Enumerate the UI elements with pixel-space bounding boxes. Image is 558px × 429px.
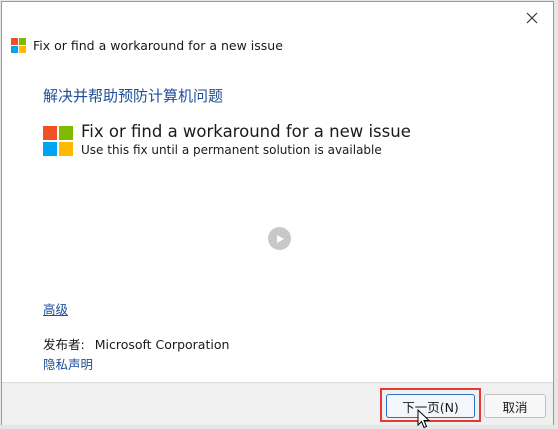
page-heading: 解决并帮助预防计算机问题 — [43, 87, 224, 105]
microsoft-logo-icon — [11, 38, 26, 53]
logo-square-green — [59, 126, 73, 140]
microsoft-logo-icon — [43, 126, 73, 156]
logo-square-yellow — [19, 46, 26, 53]
logo-square-yellow — [59, 142, 73, 156]
publisher-value: Microsoft Corporation — [94, 337, 230, 352]
troubleshooter-window: Fix or find a workaround for a new issue… — [1, 1, 554, 429]
privacy-link[interactable]: 隐私声明 — [43, 354, 93, 373]
fix-text: Fix or find a workaround for a new issue… — [81, 122, 411, 158]
close-button[interactable] — [517, 6, 547, 30]
fix-title: Fix or find a workaround for a new issue — [81, 122, 411, 141]
publisher-info: 发布者: Microsoft Corporation — [43, 334, 229, 353]
title-bar: Fix or find a workaround for a new issue — [11, 38, 283, 53]
logo-square-red — [43, 126, 57, 140]
advanced-link[interactable]: 高级 — [43, 299, 68, 318]
play-button[interactable] — [268, 227, 291, 250]
close-icon — [526, 12, 538, 24]
play-icon — [276, 234, 284, 243]
cancel-button[interactable]: 取消 — [484, 394, 546, 418]
window-title: Fix or find a workaround for a new issue — [33, 38, 283, 53]
logo-square-green — [19, 38, 26, 45]
logo-square-blue — [11, 46, 18, 53]
logo-square-red — [11, 38, 18, 45]
mouse-pointer-icon — [417, 409, 431, 429]
fix-subtitle: Use this fix until a permanent solution … — [81, 143, 382, 157]
logo-square-blue — [43, 142, 57, 156]
fix-option: Fix or find a workaround for a new issue… — [43, 122, 411, 158]
footer-bar: 下一页(N) 取消 — [2, 382, 553, 429]
publisher-label: 发布者: — [43, 337, 85, 352]
